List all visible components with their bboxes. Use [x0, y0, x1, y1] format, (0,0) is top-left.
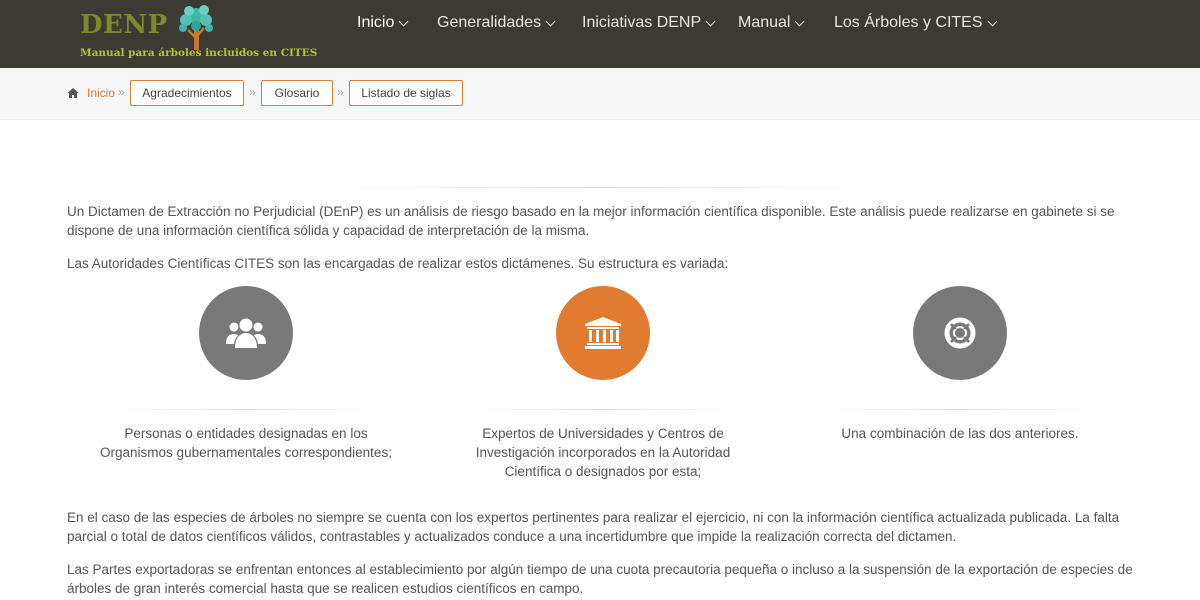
intro-paragraph-2: Las Autoridades Científicas CITES son la… [67, 256, 729, 271]
nav-manual[interactable]: Manual [738, 14, 805, 32]
nav-iniciativas-denp[interactable]: Iniciativas DENP [582, 14, 716, 32]
feature-divider [466, 409, 738, 410]
breadcrumb-separator: » [249, 85, 256, 99]
logo-subtitle: Manual para árboles incluidos en CITES [80, 47, 318, 59]
breadcrumb-home-link[interactable]: Inicio [87, 86, 115, 100]
divider [320, 187, 880, 188]
breadcrumb-glosario-button[interactable]: Glosario [261, 80, 333, 106]
tree-icon [179, 5, 213, 50]
nav-label: Manual [738, 14, 791, 31]
feature-circle-1 [199, 286, 293, 380]
nav-label: Generalidades [437, 14, 542, 31]
feature-circle-3 [913, 286, 1007, 380]
chevron-down-icon [545, 16, 556, 26]
nav-inicio[interactable]: Inicio [357, 14, 409, 32]
chevron-down-icon [705, 16, 716, 26]
breadcrumb: Inicio » Agradecimientos » Glosario » Li… [0, 68, 1200, 120]
nav-generalidades[interactable]: Generalidades [437, 14, 556, 32]
body-paragraph-2: Las Partes exportadoras se enfrentan ent… [67, 562, 1133, 596]
feature-divider [823, 409, 1095, 410]
feature-text-2: Expertos de Universidades y Centros de I… [475, 426, 731, 479]
nav-label: Iniciativas DENP [582, 14, 702, 31]
life-ring-icon [944, 317, 976, 349]
intro-paragraph-1: Un Dictamen de Extracción no Perjudicial… [67, 204, 1115, 238]
feature-text-1: Personas o entidades designadas en los O… [100, 426, 392, 460]
nav-arboles-cites[interactable]: Los Árboles y CITES [834, 14, 997, 32]
breadcrumb-separator: » [118, 85, 125, 99]
logo-title: DENP [80, 10, 168, 40]
home-icon [67, 88, 79, 98]
users-icon [226, 318, 266, 348]
button-label: Agradecimientos [142, 86, 232, 100]
feature-circle-2 [556, 286, 650, 380]
breadcrumb-agradecimientos-button[interactable]: Agradecimientos [130, 80, 244, 106]
nav-label: Inicio [357, 14, 395, 31]
body-paragraph-1: En el caso de las especies de árboles no… [67, 510, 1120, 544]
chevron-down-icon [987, 16, 997, 26]
breadcrumb-separator: » [337, 85, 344, 99]
button-label: Glosario [274, 86, 320, 100]
site-header: DENP Manual para árboles incluidos en CI… [0, 0, 1200, 68]
nav-label: Los Árboles y CITES [834, 14, 983, 31]
button-label: Listado de siglas [361, 86, 451, 100]
breadcrumb-listado-siglas-button[interactable]: Listado de siglas [349, 80, 463, 106]
feature-text-3: Una combinación de las dos anteriores. [841, 426, 1079, 441]
feature-divider [110, 409, 382, 410]
chevron-down-icon [795, 16, 805, 26]
chevron-down-icon [398, 16, 409, 26]
site-logo[interactable]: DENP Manual para árboles incluidos en CI… [80, 4, 320, 64]
institution-icon [585, 317, 621, 349]
